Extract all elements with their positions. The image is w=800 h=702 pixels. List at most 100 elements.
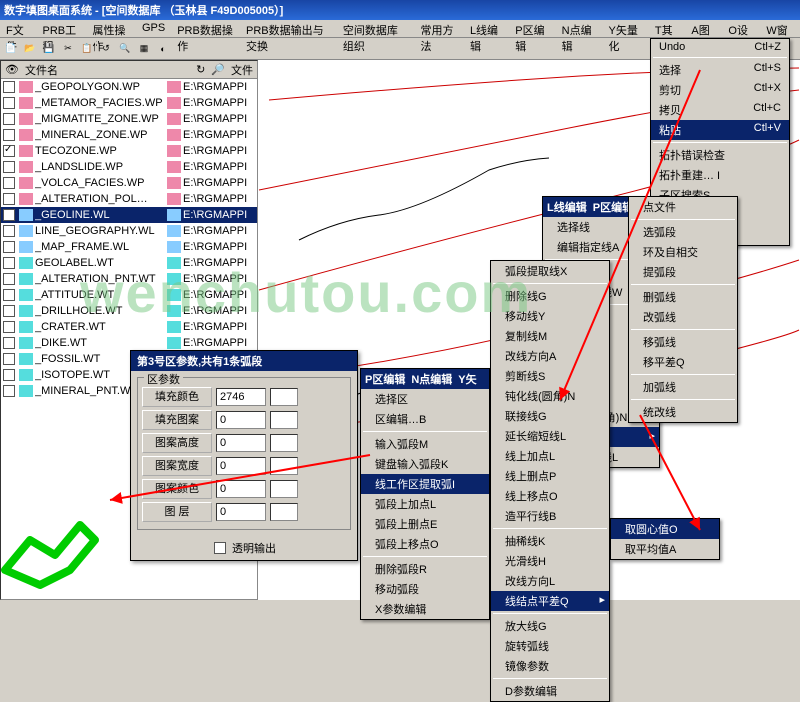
file-checkbox[interactable] — [3, 209, 15, 221]
menu-item[interactable]: 线工作区提取弧I — [361, 474, 489, 494]
menu-W窗口[interactable]: W窗口 — [760, 20, 800, 37]
file-row[interactable]: _METAMOR_FACIES.WPE:\RGMAPPI — [1, 95, 257, 111]
menu-item[interactable]: X参数编辑 — [361, 599, 489, 619]
menu-item[interactable]: 取平均值A — [611, 539, 719, 559]
menu-item[interactable]: 选择Ctl+S — [651, 60, 789, 80]
file-row[interactable]: _GEOPOLYGON.WPE:\RGMAPPI — [1, 79, 257, 95]
menu-GPS[interactable]: GPS — [136, 20, 171, 37]
file-row[interactable]: _DRILLHOLE.WTE:\RGMAPPI — [1, 303, 257, 319]
file-row[interactable]: GEOLABEL.WTE:\RGMAPPI — [1, 255, 257, 271]
file-checkbox[interactable] — [3, 273, 15, 285]
param-value[interactable]: 0 — [216, 411, 266, 429]
file-checkbox[interactable] — [3, 337, 15, 349]
menu-PRB数据输出与交换[interactable]: PRB数据输出与交换 — [240, 20, 337, 37]
file-checkbox[interactable] — [3, 97, 15, 109]
menu-空间数据库组织[interactable]: 空间数据库组织 — [337, 20, 415, 37]
menu-item[interactable]: 选弧段 — [629, 222, 737, 242]
menu-N点编辑[interactable]: N点编辑 — [556, 20, 603, 37]
param-button[interactable]: 图案高度 — [142, 433, 212, 453]
menu-item[interactable]: 移动线Y — [491, 306, 609, 326]
menu-item[interactable]: 改线方向L — [491, 571, 609, 591]
file-checkbox[interactable] — [3, 161, 15, 173]
menu-item[interactable]: 联接线G — [491, 406, 609, 426]
file-checkbox[interactable] — [3, 225, 15, 237]
param-value[interactable]: 0 — [216, 503, 266, 521]
menu-item[interactable]: 线上删点P — [491, 466, 609, 486]
menu-Y矢量化[interactable]: Y矢量化 — [603, 20, 649, 37]
file-row[interactable]: _DIKE.WTE:\RGMAPPI — [1, 335, 257, 351]
menu-item[interactable]: 钝化线(圆角)N — [491, 386, 609, 406]
menu-item[interactable]: 删除弧段R — [361, 559, 489, 579]
menu-item[interactable]: 加弧线 — [629, 377, 737, 397]
color-swatch[interactable] — [270, 434, 298, 452]
file-row[interactable]: TECOZONE.WPE:\RGMAPPI — [1, 143, 257, 159]
file-row[interactable]: _LANDSLIDE.WPE:\RGMAPPI — [1, 159, 257, 175]
menu-A图层[interactable]: A图层 — [685, 20, 722, 37]
menu-item[interactable]: 镜像参数 — [491, 656, 609, 676]
tool-icon[interactable]: 📂 — [21, 40, 39, 58]
file-checkbox[interactable] — [3, 369, 15, 381]
file-checkbox[interactable] — [3, 113, 15, 125]
menu-item[interactable]: 造平行线B — [491, 506, 609, 526]
tool-icon[interactable]: ✂ — [59, 40, 77, 58]
file-checkbox[interactable] — [3, 289, 15, 301]
file-checkbox[interactable] — [3, 257, 15, 269]
menu-P区编辑[interactable]: P区编辑 — [509, 20, 555, 37]
menu-item[interactable]: 拷贝Ctl+C — [651, 100, 789, 120]
file-checkbox[interactable] — [3, 241, 15, 253]
search-icon[interactable]: 🔎 — [211, 63, 225, 76]
menu-item[interactable]: 键盘输入弧段K — [361, 454, 489, 474]
tool-icon[interactable]: 🔍 — [116, 40, 134, 58]
menu-item[interactable]: 粘贴Ctl+V — [651, 120, 789, 140]
menu-属性操作[interactable]: 属性操作 — [87, 20, 136, 37]
file-checkbox[interactable] — [3, 305, 15, 317]
menu-item[interactable]: 选择区 — [361, 389, 489, 409]
file-checkbox[interactable] — [3, 129, 15, 141]
menu-O设置[interactable]: O设置 — [722, 20, 760, 37]
file-row[interactable]: _GEOLINE.WLE:\RGMAPPI — [1, 207, 257, 223]
menu-PRB数据操作[interactable]: PRB数据操作 — [171, 20, 240, 37]
menu-item[interactable]: 线结点平差Q — [491, 591, 609, 611]
menu-item[interactable]: 移平差Q — [629, 352, 737, 372]
menu-item[interactable]: 统改线 — [629, 402, 737, 422]
menu-item[interactable]: 线上移点O — [491, 486, 609, 506]
menu-extract-arc[interactable]: 弧段提取线X删除线G移动线Y复制线M改线方向A剪断线S钝化线(圆角)N联接线G延… — [490, 260, 610, 702]
param-button[interactable]: 填充颜色 — [142, 387, 212, 407]
menu-item[interactable]: 弧段提取线X — [491, 261, 609, 281]
menu-item[interactable]: 区编辑…B — [361, 409, 489, 429]
menu-item[interactable]: 环及自相交 — [629, 242, 737, 262]
menu-item[interactable]: 线上加点L — [491, 446, 609, 466]
menu-item[interactable]: 拓扑重建… I — [651, 165, 789, 185]
menu-item[interactable]: 弧段上删点E — [361, 514, 489, 534]
menu-item[interactable]: 放大线G — [491, 616, 609, 636]
menu-item[interactable]: 删弧线 — [629, 287, 737, 307]
menu-常用方法[interactable]: 常用方法 — [414, 20, 463, 37]
menu-item[interactable]: 改线方向A — [491, 346, 609, 366]
menu-item[interactable]: 弧段上移点O — [361, 534, 489, 554]
refresh-icon[interactable]: ↻ — [196, 63, 205, 76]
menu-item[interactable]: 移弧线 — [629, 332, 737, 352]
menu-item[interactable]: 输入弧段M — [361, 434, 489, 454]
file-checkbox[interactable] — [3, 145, 15, 157]
file-checkbox[interactable] — [3, 193, 15, 205]
menu-item[interactable]: 弧段上加点L — [361, 494, 489, 514]
menu-item[interactable]: 光滑线H — [491, 551, 609, 571]
tool-icon[interactable]: ▦ — [135, 40, 153, 58]
file-checkbox[interactable] — [3, 177, 15, 189]
menu-bar[interactable]: F文件PRB工程属性操作GPSPRB数据操作PRB数据输出与交换空间数据库组织常… — [0, 20, 800, 38]
file-checkbox[interactable] — [3, 81, 15, 93]
file-row[interactable]: _CRATER.WTE:\RGMAPPI — [1, 319, 257, 335]
param-value[interactable]: 0 — [216, 434, 266, 452]
menu-item[interactable]: 拓扑错误检查 — [651, 145, 789, 165]
tool-icon[interactable]: ↺ — [97, 40, 115, 58]
file-row[interactable]: _ATTITUDE.WTE:\RGMAPPI — [1, 287, 257, 303]
color-swatch[interactable] — [270, 503, 298, 521]
color-swatch[interactable] — [270, 411, 298, 429]
menu-node-avg[interactable]: 取圆心值O取平均值A — [610, 518, 720, 560]
menu-line-edit-sub[interactable]: 点文件选弧段环及自相交提弧段删弧线改弧线移弧线移平差Q加弧线统改线 — [628, 196, 738, 423]
file-checkbox[interactable] — [3, 353, 15, 365]
region-params-dialog[interactable]: 第3号区参数,共有1条弧段 区参数 填充颜色2746填充图案0图案高度0图案宽度… — [130, 350, 358, 561]
menu-item[interactable]: 剪切Ctl+X — [651, 80, 789, 100]
menu-item[interactable]: 提弧段 — [629, 262, 737, 282]
menu-T其它[interactable]: T其它 — [649, 20, 685, 37]
